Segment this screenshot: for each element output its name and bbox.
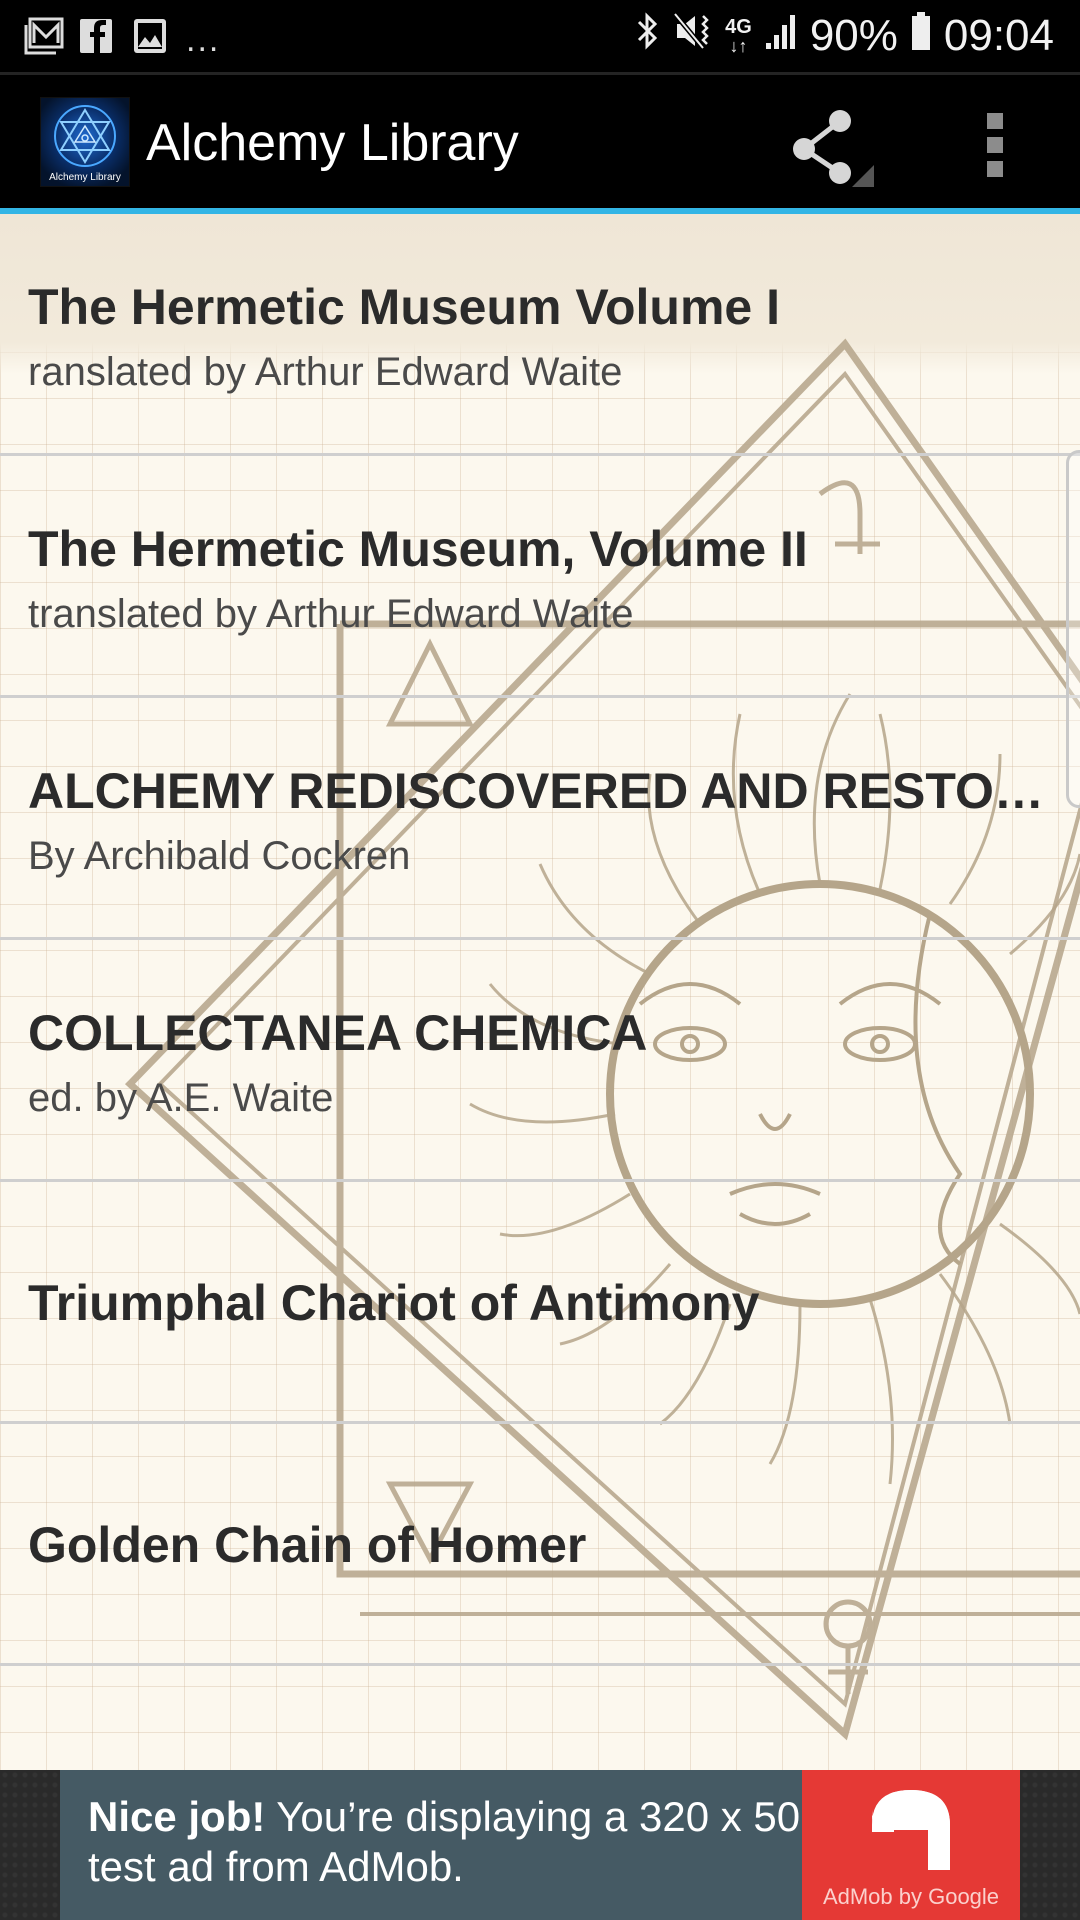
bluetooth-icon — [635, 10, 661, 63]
book-title: Triumphal Chariot of Antimony — [28, 1275, 760, 1331]
signal-icon — [764, 11, 798, 62]
book-list-item[interactable]: The Hermetic Museum, Volume II translate… — [0, 456, 1080, 698]
app-bar: Alchemy Library Alchemy Library — [0, 75, 1080, 210]
ad-banner[interactable]: Nice job! You’re displaying a 320 x 50 t… — [60, 1770, 1020, 1920]
gmail-icon — [24, 17, 64, 55]
app-logo[interactable]: Alchemy Library — [40, 97, 130, 187]
admob-brand: AdMob by Google — [822, 1884, 1000, 1909]
book-list-item[interactable]: The Hermetic Museum Volume I ranslated b… — [0, 214, 1080, 456]
battery-percent: 90% — [809, 11, 898, 60]
admob-logo[interactable]: AdMob by Google — [802, 1770, 1020, 1920]
overflow-menu-button[interactable] — [980, 111, 1010, 181]
ad-headline: Nice job! — [88, 1793, 266, 1840]
network-4g-icon: 4G ↓↑ — [725, 16, 752, 56]
book-list-item[interactable]: COLLECTANEA CHEMICA ed. by A.E. Waite — [0, 940, 1080, 1182]
book-list-item[interactable]: Triumphal Chariot of Antimony — [0, 1182, 1080, 1424]
app-title: Alchemy Library — [146, 114, 519, 172]
app-logo-text: Alchemy Library — [49, 172, 121, 183]
battery-icon — [910, 10, 932, 63]
ad-container: Nice job! You’re displaying a 320 x 50 t… — [0, 1770, 1080, 1920]
share-icon — [793, 110, 874, 187]
book-title: The Hermetic Museum, Volume II — [28, 521, 808, 577]
book-list-area: The Hermetic Museum Volume I ranslated b… — [0, 214, 1080, 1770]
scrollbar-thumb[interactable] — [1066, 450, 1080, 808]
ad-text: Nice job! You’re displaying a 320 x 50 t… — [88, 1792, 828, 1892]
more-notifications: ... — [186, 20, 221, 59]
book-list: The Hermetic Museum Volume I ranslated b… — [0, 214, 1080, 1666]
book-title: Golden Chain of Homer — [28, 1517, 587, 1573]
gallery-icon — [132, 17, 172, 55]
clock: 09:04 — [943, 11, 1054, 60]
book-list-item[interactable]: ALCHEMY REDISCOVERED AND RESTORED By Arc… — [0, 698, 1080, 940]
book-title: The Hermetic Museum Volume I — [28, 279, 781, 335]
share-button[interactable] — [780, 107, 880, 187]
book-list-item[interactable]: Golden Chain of Homer — [0, 1424, 1080, 1666]
book-author: translated by Arthur Edward Waite — [28, 592, 634, 636]
book-title: ALCHEMY REDISCOVERED AND RESTORED — [28, 763, 1048, 819]
book-author: ed. by A.E. Waite — [28, 1076, 334, 1120]
book-title: COLLECTANEA CHEMICA — [28, 1005, 648, 1061]
admob-icon — [872, 1790, 950, 1870]
book-author: By Archibald Cockren — [28, 834, 411, 878]
more-vert-icon — [987, 113, 1003, 177]
vibrate-mute-icon — [673, 10, 713, 63]
status-bar: ... 4G ↓↑ 90% 09:04 — [0, 0, 1080, 72]
book-author: ranslated by Arthur Edward Waite — [28, 350, 623, 394]
facebook-icon — [78, 17, 118, 55]
